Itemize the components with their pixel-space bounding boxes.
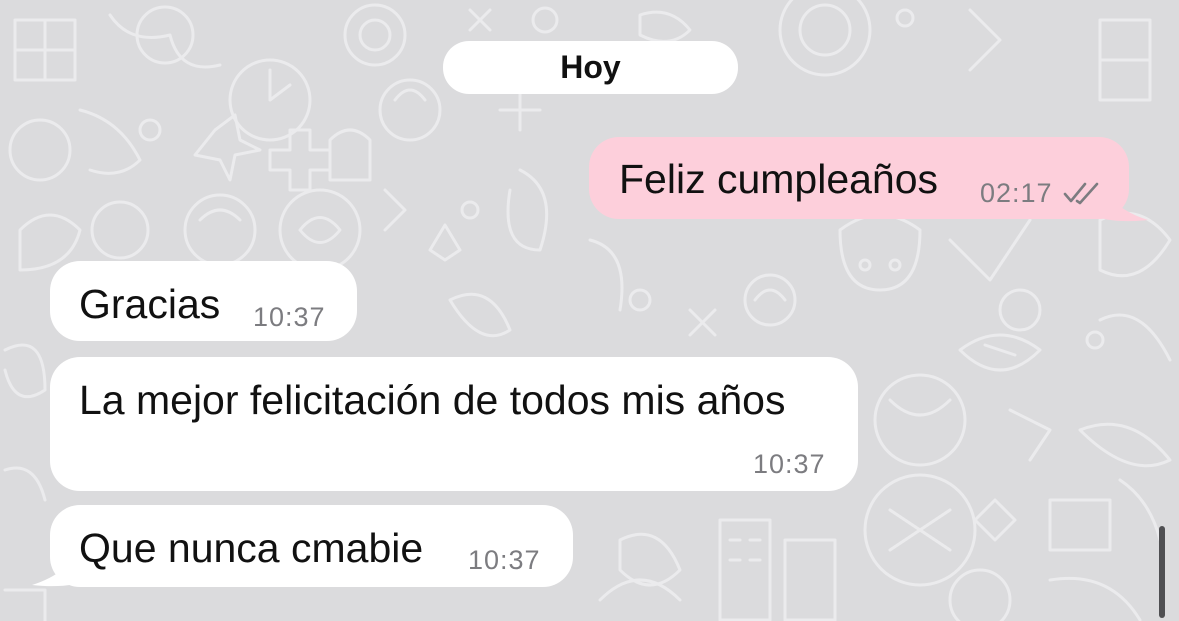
date-separator-label: Hoy bbox=[560, 49, 621, 85]
message-text: La mejor felicitación de todos mis años bbox=[79, 377, 786, 423]
date-separator: Hoy bbox=[443, 41, 738, 94]
scrollbar-thumb[interactable] bbox=[1159, 526, 1165, 618]
message-timestamp: 10:37 bbox=[468, 545, 541, 575]
double-check-icon bbox=[1063, 182, 1099, 205]
scrollbar[interactable] bbox=[1159, 526, 1167, 618]
message-timestamp: 02:17 bbox=[980, 178, 1053, 208]
message-timestamp: 10:37 bbox=[253, 302, 326, 332]
message-text: Feliz cumpleaños bbox=[619, 156, 939, 202]
message-text: Gracias bbox=[79, 281, 221, 327]
message-timestamp: 10:37 bbox=[753, 449, 826, 479]
message-text: Que nunca cmabie bbox=[79, 525, 424, 571]
